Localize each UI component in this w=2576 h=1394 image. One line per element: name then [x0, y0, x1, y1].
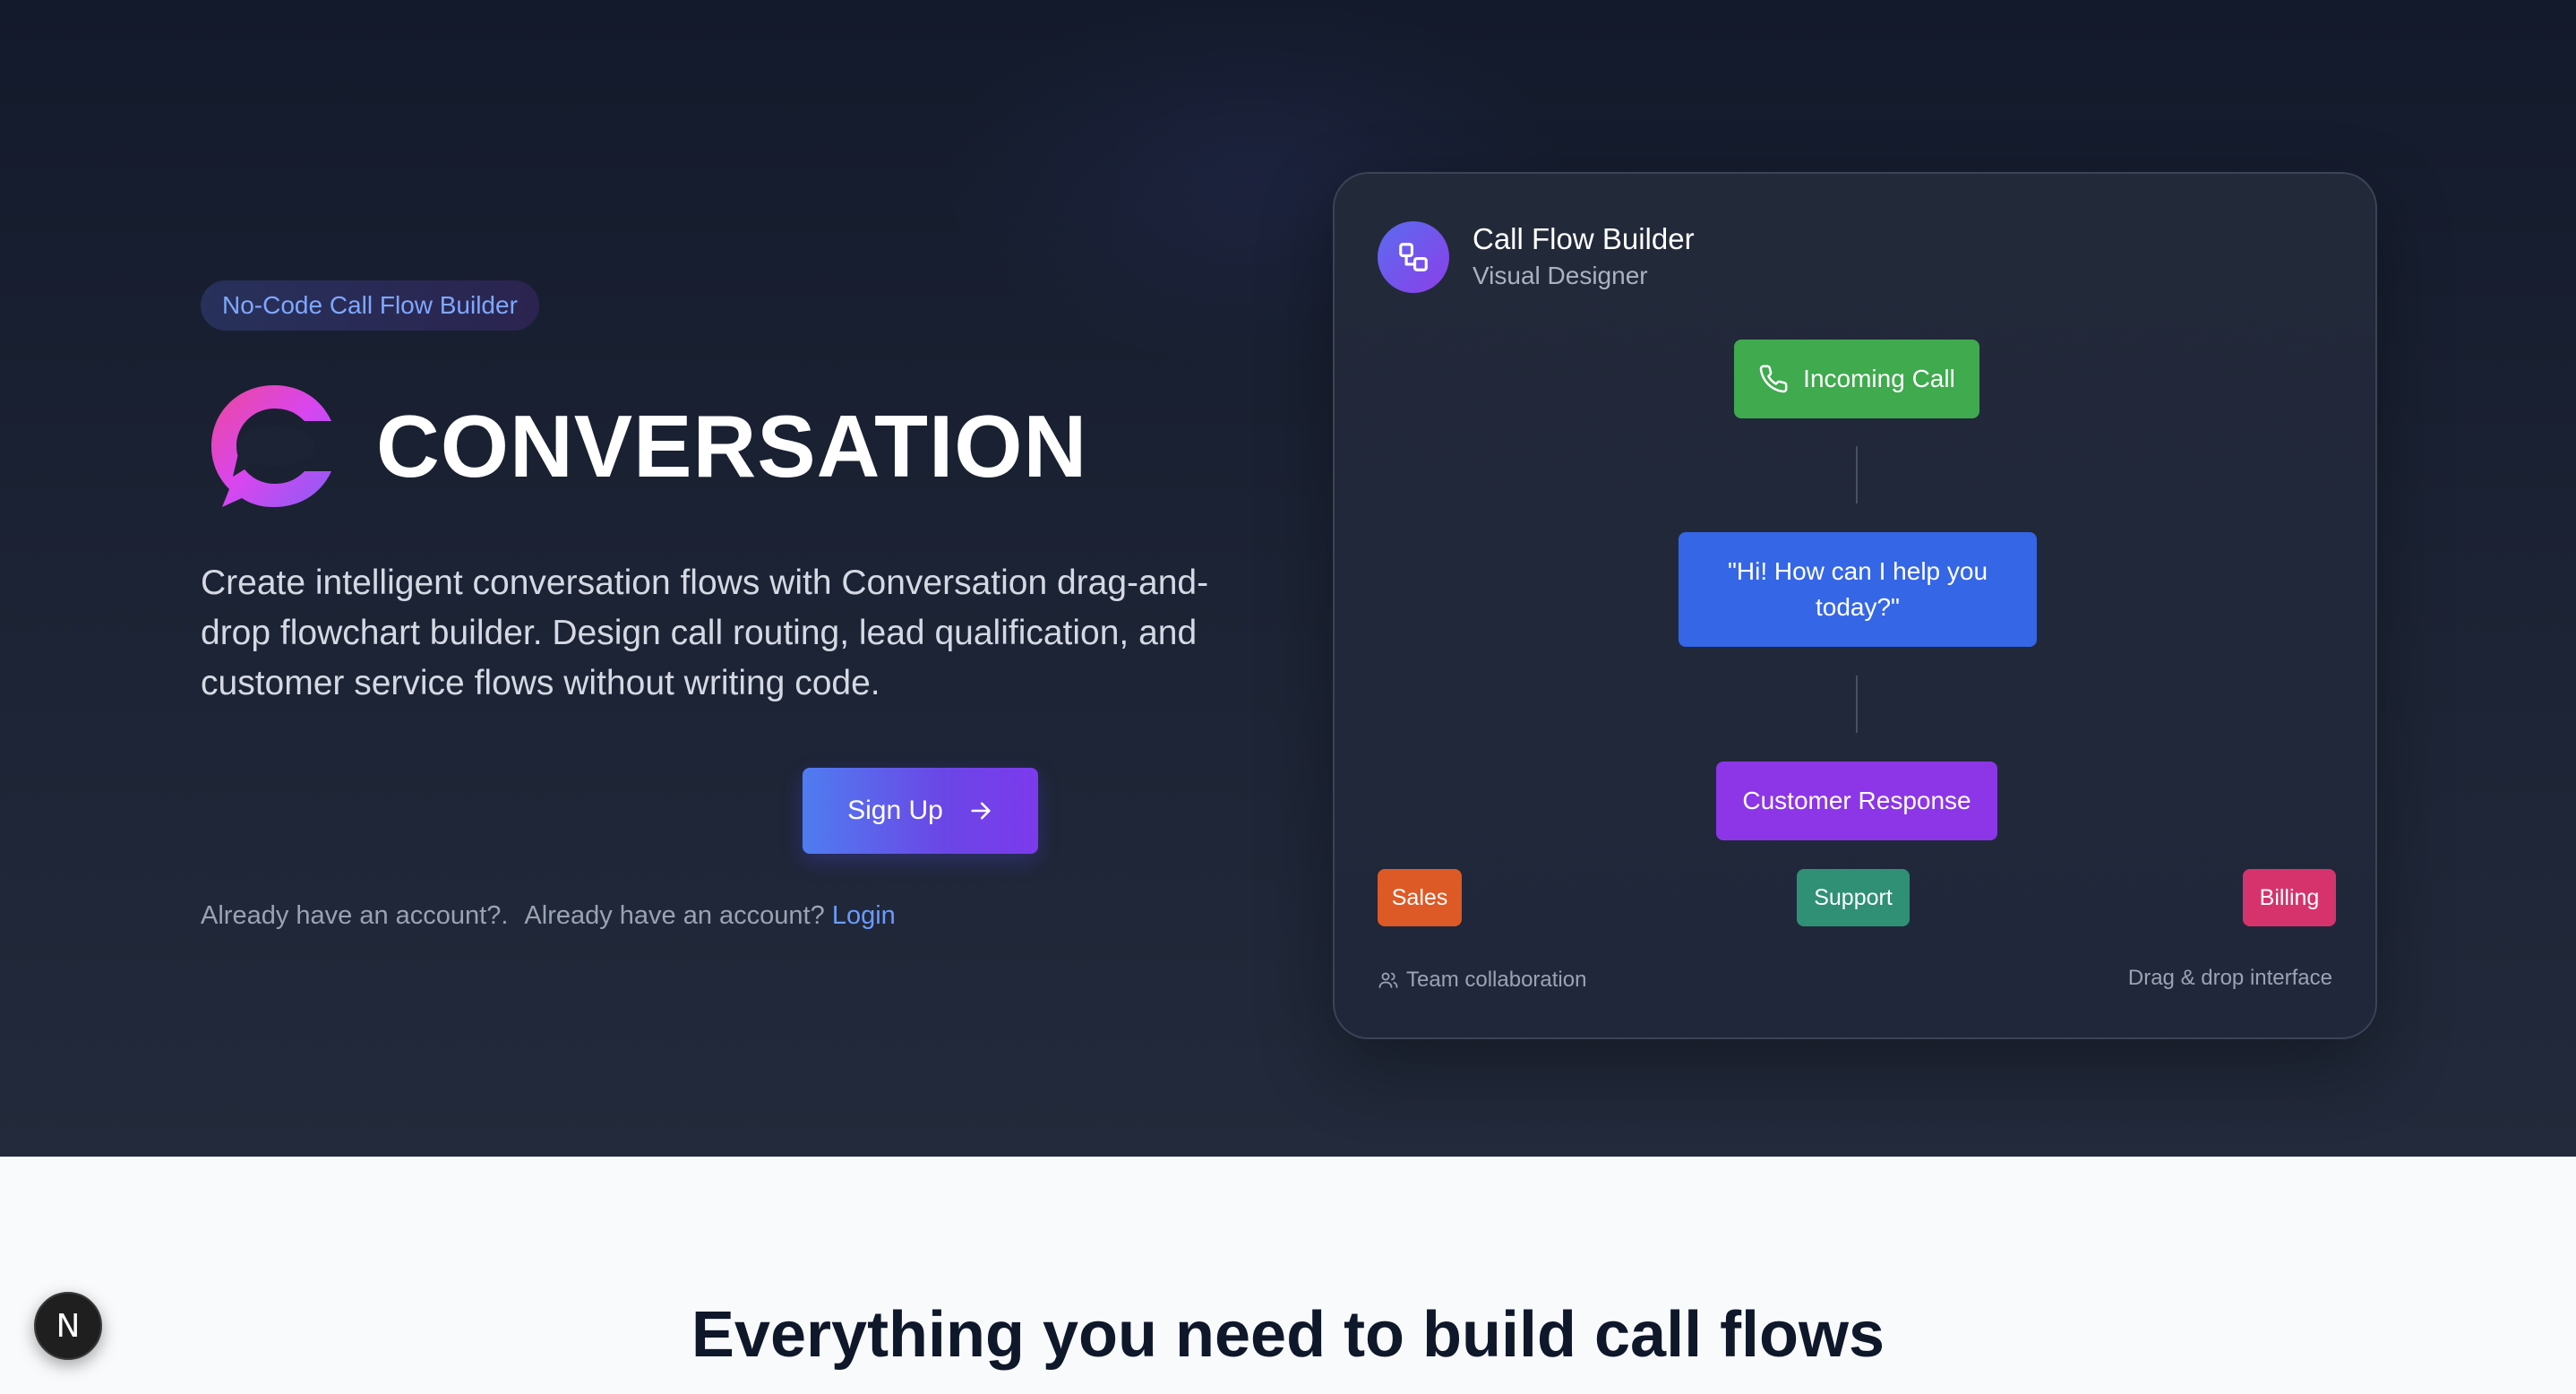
card-title: Call Flow Builder [1473, 222, 1695, 255]
login-prompt-text-2: Already have an account? [524, 901, 825, 930]
brand: CONVERSATION [206, 381, 1087, 512]
card-subtitle: Visual Designer [1473, 262, 1648, 289]
card-titles: Call Flow Builder Visual Designer [1473, 220, 1695, 294]
card-header: Call Flow Builder Visual Designer [1378, 220, 1695, 294]
team-collaboration-feature: Team collaboration [1378, 968, 1586, 993]
speech-bubble-logo-icon [211, 385, 331, 507]
flow-connector [1856, 446, 1858, 503]
drag-drop-feature: Drag & drop interface [2127, 966, 2332, 990]
incoming-call-label: Incoming Call [1803, 365, 1955, 392]
support-branch-chip: Support [1797, 869, 1910, 926]
sign-up-label: Sign Up [847, 796, 943, 825]
incoming-call-node: Incoming Call [1734, 340, 1979, 418]
team-collaboration-label: Team collaboration [1406, 968, 1587, 992]
dev-tools-badge[interactable]: N [34, 1292, 102, 1360]
users-icon [1378, 972, 1398, 988]
dev-tools-badge-letter: N [56, 1307, 81, 1345]
features-heading: Everything you need to build call flows [691, 1299, 1885, 1371]
hero-section: No-Code Call Flow Builder CONVERSATION C… [0, 0, 2576, 1157]
flow-connector [1856, 675, 1858, 733]
sales-branch-chip: Sales [1378, 869, 1462, 926]
flow-nodes-icon [1378, 221, 1449, 293]
phone-icon [1759, 365, 1788, 393]
call-flow-preview-card: Call Flow Builder Visual Designer Incomi… [1333, 172, 2377, 1039]
customer-response-node: Customer Response [1716, 762, 1997, 840]
brand-name: CONVERSATION [376, 396, 1088, 495]
login-prompt-text-1: Already have an account?. [201, 901, 509, 930]
greeting-node: "Hi! How can I help you today?" [1679, 532, 2037, 647]
login-prompt: Already have an account?. Already have an… [201, 896, 896, 935]
arrow-right-icon [971, 802, 991, 820]
product-badge: No-Code Call Flow Builder [201, 280, 539, 331]
hero-description: Create intelligent conversation flows wi… [201, 564, 1209, 702]
login-link[interactable]: Login [832, 901, 896, 930]
sign-up-button[interactable]: Sign Up [803, 768, 1038, 854]
billing-branch-chip: Billing [2243, 869, 2336, 926]
